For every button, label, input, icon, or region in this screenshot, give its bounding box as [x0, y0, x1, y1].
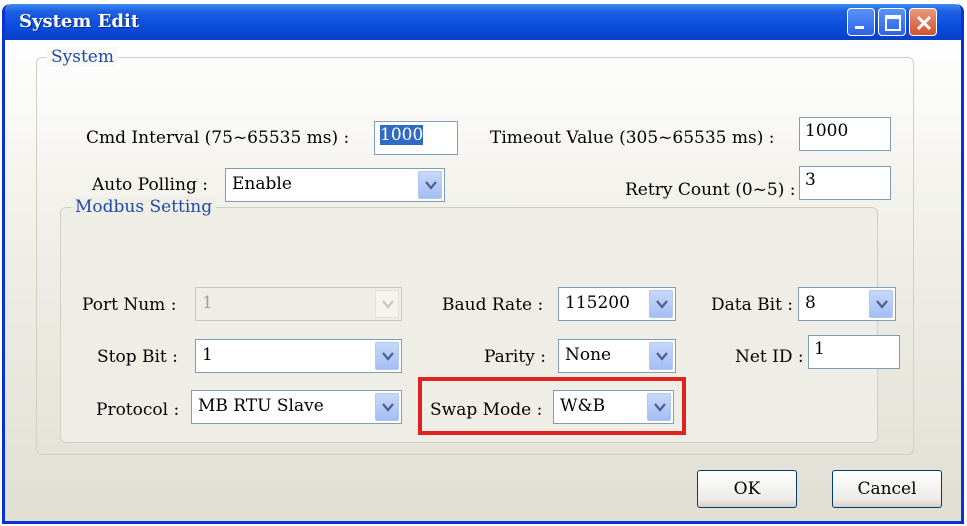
- cmd-interval-label: Cmd Interval (75~65535 ms) :: [86, 128, 350, 148]
- window-title: System Edit: [19, 11, 140, 32]
- swap-mode-label: Swap Mode :: [430, 400, 543, 420]
- ok-button[interactable]: OK: [697, 470, 797, 508]
- protocol-dropdown-arrow[interactable]: [375, 393, 399, 421]
- modbus-legend: Modbus Setting: [71, 197, 217, 217]
- close-icon: [916, 15, 932, 31]
- data-bit-select[interactable]: 8: [798, 287, 896, 321]
- parity-value: None: [565, 345, 612, 365]
- stop-bit-dropdown-arrow[interactable]: [375, 342, 399, 370]
- close-button[interactable]: [909, 8, 937, 36]
- auto-polling-label: Auto Polling :: [92, 175, 208, 195]
- port-num-select: 1: [195, 287, 402, 321]
- port-num-dropdown-arrow: [375, 290, 399, 318]
- parity-dropdown-arrow[interactable]: [649, 342, 673, 370]
- data-bit-dropdown-arrow[interactable]: [869, 290, 893, 318]
- chevron-down-icon: [654, 403, 666, 412]
- title-bar[interactable]: System Edit: [5, 4, 961, 40]
- retry-count-input[interactable]: 3: [799, 166, 891, 200]
- stop-bit-label: Stop Bit :: [97, 347, 178, 367]
- protocol-label: Protocol :: [96, 400, 180, 420]
- chevron-down-icon: [656, 300, 668, 309]
- chevron-down-icon: [876, 300, 888, 309]
- parity-select[interactable]: None: [558, 339, 676, 373]
- chevron-down-icon: [382, 352, 394, 361]
- system-legend: System: [47, 47, 118, 67]
- swap-mode-select[interactable]: W&B: [553, 390, 674, 424]
- data-bit-value: 8: [805, 293, 816, 313]
- protocol-select[interactable]: MB RTU Slave: [191, 390, 402, 424]
- chevron-down-icon: [425, 181, 437, 190]
- protocol-value: MB RTU Slave: [198, 396, 324, 416]
- maximize-button[interactable]: [878, 8, 906, 36]
- chevron-down-icon: [382, 403, 394, 412]
- chevron-down-icon: [382, 300, 394, 309]
- port-num-value: 1: [202, 293, 213, 313]
- chevron-down-icon: [656, 352, 668, 361]
- net-id-label: Net ID :: [735, 347, 804, 367]
- timeout-input[interactable]: 1000: [799, 117, 891, 151]
- timeout-label: Timeout Value (305~65535 ms) :: [490, 128, 775, 148]
- auto-polling-select[interactable]: Enable: [225, 168, 445, 202]
- retry-count-label: Retry Count (0~5) :: [625, 180, 796, 200]
- cmd-interval-input[interactable]: 1000: [374, 121, 458, 155]
- auto-polling-value: Enable: [232, 174, 292, 194]
- maximize-icon: [885, 15, 901, 31]
- baud-rate-dropdown-arrow[interactable]: [649, 290, 673, 318]
- swap-mode-value: W&B: [560, 396, 606, 416]
- cancel-button[interactable]: Cancel: [832, 470, 942, 508]
- swap-mode-dropdown-arrow[interactable]: [647, 393, 671, 421]
- stop-bit-value: 1: [202, 345, 213, 365]
- port-num-label: Port Num :: [82, 295, 177, 315]
- minimize-icon: [855, 26, 864, 29]
- baud-rate-value: 115200: [565, 293, 630, 313]
- data-bit-label: Data Bit :: [711, 295, 794, 315]
- baud-rate-label: Baud Rate :: [442, 295, 544, 315]
- stop-bit-select[interactable]: 1: [195, 339, 402, 373]
- auto-polling-dropdown-arrow[interactable]: [418, 171, 442, 199]
- minimize-button[interactable]: [847, 8, 875, 36]
- baud-rate-select[interactable]: 115200: [558, 287, 676, 321]
- net-id-input[interactable]: 1: [808, 335, 900, 369]
- parity-label: Parity :: [484, 347, 546, 367]
